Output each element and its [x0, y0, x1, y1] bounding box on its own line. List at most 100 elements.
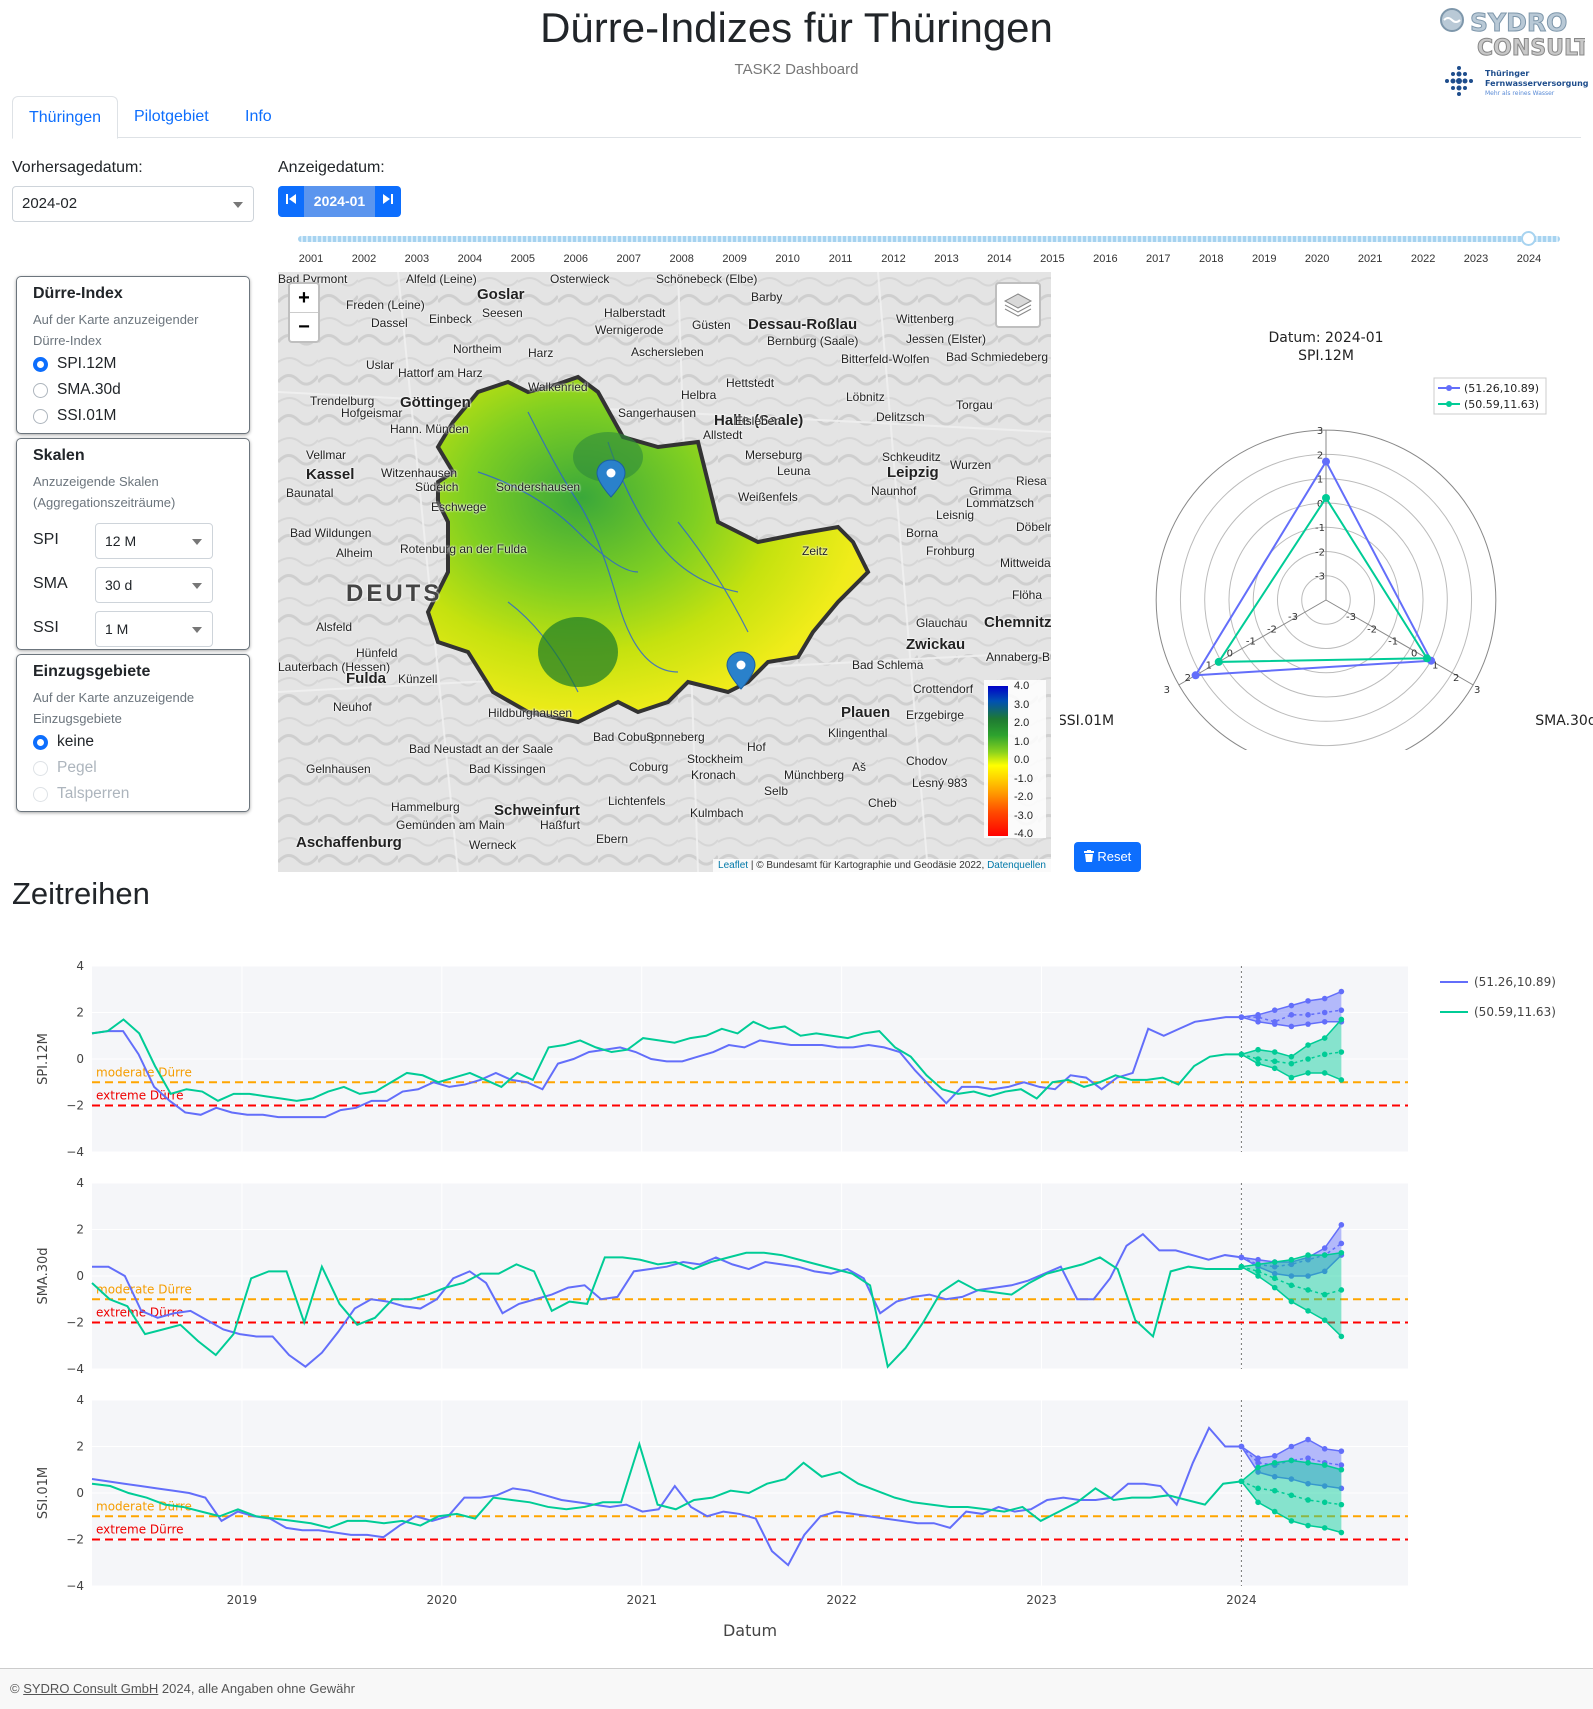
tab-thueringen[interactable]: Thüringen: [12, 96, 119, 139]
slider-year-label: 2017: [1146, 253, 1171, 265]
forecast-point: [1305, 1252, 1311, 1258]
map-place-label: Bernburg (Saale): [767, 334, 859, 348]
zoom-in-button[interactable]: +: [290, 284, 318, 313]
y-tick-label: 0: [76, 1052, 84, 1066]
radar-point: [1422, 654, 1431, 663]
forecast-point: [1255, 1499, 1261, 1506]
forecast-point: [1271, 1049, 1278, 1055]
map-place-label: Löbnitz: [846, 390, 885, 404]
y-tick-label: 0: [76, 1486, 84, 1500]
slider-year-label: 2006: [563, 253, 589, 265]
radio-spi12m[interactable]: SPI.12M: [33, 351, 233, 377]
zoom-out-button[interactable]: −: [290, 313, 318, 342]
reset-button[interactable]: Reset: [1074, 842, 1141, 872]
radio-ssi01m[interactable]: SSI.01M: [33, 403, 233, 429]
map-place-label: Crottendorf: [913, 682, 974, 696]
date-slider-handle[interactable]: [1521, 231, 1536, 246]
forecast-point: [1238, 1443, 1245, 1450]
radio-dot: [33, 735, 48, 750]
map-place-label: Eschwege: [431, 500, 487, 514]
forecast-point: [1321, 1499, 1328, 1506]
y-axis-label: SMA.30d: [36, 1247, 51, 1304]
sydro-logo: SYDRO CONSULT: [1440, 6, 1590, 62]
y-tick-label: −4: [66, 1362, 84, 1376]
map-place-label: Dassel: [371, 316, 408, 330]
map-place-label: Südeich: [415, 480, 459, 494]
display-date-label: Anzeigedatum:: [278, 159, 385, 176]
slider-year-label: 2003: [404, 253, 430, 265]
y-tick-label: −4: [66, 1579, 84, 1593]
map-place-label: Borna: [906, 526, 939, 540]
map-place-label: Eisleben: [735, 414, 782, 428]
zoom-control: + −: [288, 282, 320, 343]
map-place-label: Bad Schlema: [852, 658, 924, 672]
y-tick-label: 2: [76, 1440, 84, 1454]
map-place-label: Flöha: [1012, 588, 1043, 602]
tab-info[interactable]: Info: [229, 96, 288, 138]
drought-map[interactable]: Bad Pyrmont Alfeld (Leine) Goslar Osterwiec…: [278, 272, 1051, 872]
footer: © SYDRO Consult GmbH 2024, alle Angaben …: [0, 1668, 1593, 1709]
catchments-panel: Einzugsgebiete Auf der Karte anzuzeigend…: [16, 654, 250, 812]
map-place-label: Jessen (Elster): [906, 332, 987, 346]
forecast-point: [1271, 1259, 1278, 1265]
y-tick-label: −2: [66, 1099, 84, 1113]
radio-keine[interactable]: keine: [33, 729, 233, 755]
next-date-button[interactable]: [375, 186, 401, 217]
map-place-label: Leisnig: [936, 508, 975, 522]
date-slider-track[interactable]: [298, 236, 1560, 242]
forecast-point: [1271, 1065, 1278, 1072]
previous-date-button[interactable]: [278, 186, 304, 217]
forecast-point: [1288, 1256, 1295, 1263]
footer-link[interactable]: SYDRO Consult GmbH: [23, 1681, 158, 1696]
y-axis-label: SPI.12M: [36, 1033, 51, 1085]
forecast-point: [1255, 1485, 1261, 1492]
forecast-point: [1288, 1492, 1295, 1499]
map-place-label: Helbra: [681, 388, 717, 402]
timeseries-chart[interactable]: 4 2 0 −2 −4 SPI.12M moderate Dürre extreme Dürr…: [0, 940, 1593, 1640]
ssi-scale-dropdown[interactable]: 1 M: [95, 611, 213, 647]
map-place-label: Aschersleben: [631, 345, 704, 359]
map-place-label: Chemnitz: [984, 614, 1051, 631]
radar-chart[interactable]: Datum: 2024-01-3-2-10123-3-2-10123-3-2-1…: [1060, 320, 1593, 750]
radar-point: [1322, 494, 1330, 502]
forecast-point: [1288, 1074, 1295, 1081]
forecast-point: [1338, 988, 1345, 995]
radio-sma30d[interactable]: SMA.30d: [33, 377, 233, 403]
forecast-point: [1321, 1291, 1328, 1298]
map-place-label: Riesa: [1016, 474, 1047, 488]
map-place-label: Annaberg-Buchholz: [986, 650, 1051, 664]
map-place-label: Leipzig: [887, 464, 939, 481]
radar-tick-label: -1: [1388, 636, 1398, 647]
slider-year-label: 2020: [1304, 253, 1330, 265]
sma-scale-dropdown[interactable]: 30 d: [95, 567, 213, 603]
display-date-control: 2024-01: [278, 186, 401, 217]
forecast-point: [1288, 1282, 1295, 1289]
map-attribution: Leaflet | © Bundesamt für Kartographie u…: [713, 859, 1051, 872]
leaflet-link[interactable]: Leaflet: [718, 860, 748, 871]
forecast-point: [1305, 1308, 1311, 1314]
slider-year-label: 2005: [510, 253, 536, 265]
radar-legend: (51.26,10.89) (50.59,11.63): [1433, 377, 1547, 415]
radar-tick-label: 3: [1317, 426, 1323, 437]
forecast-point: [1305, 1042, 1311, 1048]
forecast-date-dropdown[interactable]: 2024-02: [12, 186, 254, 222]
layers-button[interactable]: [995, 282, 1041, 328]
x-tick-label: 2021: [626, 1593, 657, 1607]
slider-year-label: 2024: [1516, 253, 1542, 265]
map-place-label: Halberstadt: [604, 306, 666, 320]
slider-year-label: 2023: [1463, 253, 1489, 265]
forecast-point: [1321, 1009, 1328, 1016]
map-place-label: Alheim: [336, 546, 373, 560]
map-place-label: Sondershausen: [496, 480, 581, 494]
data-sources-link[interactable]: Datenquellen: [987, 860, 1046, 871]
radio-dot: [33, 787, 48, 802]
scales-description: Anzuzeigende Skalen (Aggregationszeiträu…: [33, 474, 176, 510]
legend-tick-label: 2.0: [1014, 717, 1030, 729]
slider-year-label: 2022: [1410, 253, 1436, 265]
map-place-label: Hattorf am Harz: [398, 366, 483, 380]
timeseries-panel: 420−2−4SSI.01M moderate Dürreextreme Dürr…: [36, 1393, 1408, 1593]
tab-pilotgebiet[interactable]: Pilotgebiet: [118, 96, 225, 138]
spi-scale-dropdown[interactable]: 12 M: [95, 523, 213, 559]
map-place-label: Dessau-Roßlau: [748, 316, 858, 333]
radar-point: [1322, 457, 1330, 466]
